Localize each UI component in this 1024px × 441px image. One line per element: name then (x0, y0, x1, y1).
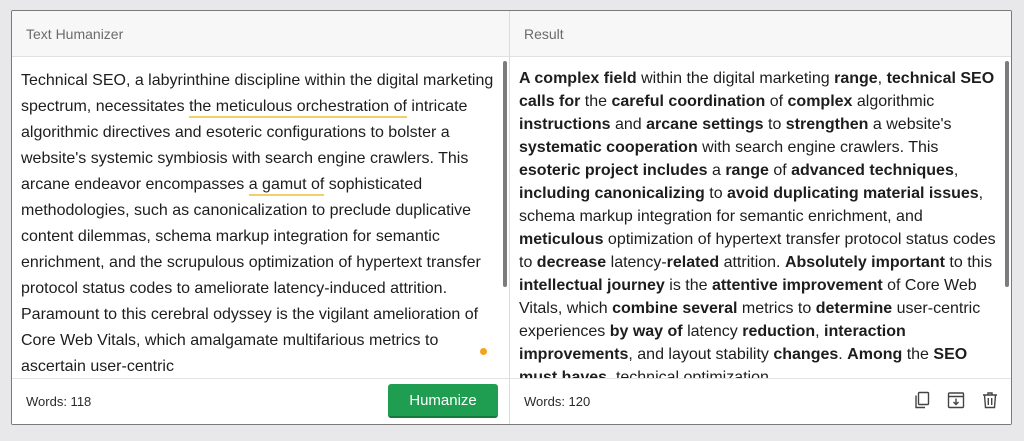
input-word-count: Words: 118 (26, 394, 92, 409)
result-text-segment: is the (664, 277, 712, 294)
result-scrollbar[interactable] (1005, 61, 1009, 287)
input-text-segment: sophisticated methodologies, such as can… (21, 176, 481, 375)
humanizer-frame: Text Humanizer Technical SEO, a labyrint… (11, 10, 1012, 425)
trash-icon[interactable] (979, 389, 1001, 411)
result-text-segment: , technical optimization (607, 369, 769, 378)
rewritten-phrase: decrease (536, 254, 607, 271)
rewritten-phrase: A complex field (519, 70, 637, 87)
result-text-segment: latency- (606, 254, 667, 271)
input-pane-title: Text Humanizer (26, 25, 124, 42)
result-text-segment: the (902, 346, 934, 363)
rewritten-phrase: range (834, 70, 878, 87)
rewritten-phrase: arcane settings (646, 116, 764, 133)
rewritten-phrase: attentive improvement (711, 277, 883, 294)
input-text[interactable]: Technical SEO, a labyrinthine discipline… (21, 68, 495, 378)
status-indicator-dot (480, 348, 487, 355)
rewritten-phrase: Among (847, 346, 903, 363)
result-text: A complex field within the digital marke… (519, 67, 997, 378)
rewritten-phrase: avoid duplicating material issues (727, 185, 979, 202)
rewritten-phrase: advanced techniques (791, 162, 954, 179)
result-text-segment: latency (682, 323, 743, 340)
result-text-segment: attrition. (719, 254, 785, 271)
copy-icon[interactable] (911, 389, 933, 411)
result-text-segment: within the digital marketing (636, 70, 835, 87)
result-text-segment: metrics to (737, 300, 816, 317)
rewritten-phrase: related (666, 254, 720, 271)
input-text-area[interactable]: Technical SEO, a labyrinthine discipline… (12, 57, 509, 378)
rewritten-phrase: intellectual journey (519, 277, 665, 294)
result-word-count: Words: 120 (524, 394, 591, 409)
rewritten-phrase: complex (787, 93, 853, 110)
rewritten-phrase: determine (815, 300, 893, 317)
result-text-segment: the (580, 93, 612, 110)
result-text-segment: of (768, 162, 792, 179)
result-text-segment: of (765, 93, 788, 110)
result-pane-title: Result (524, 25, 564, 42)
input-scrollbar[interactable] (503, 61, 507, 287)
rewritten-phrase: systematic cooperation (519, 139, 698, 156)
result-text-segment: , and layout stability (628, 346, 774, 363)
result-text-segment: . (838, 346, 848, 363)
result-text-segment: to (763, 116, 786, 133)
input-pane-footer: Words: 118 Humanize (12, 378, 509, 424)
result-text-segment: , (953, 162, 959, 179)
download-icon[interactable] (945, 389, 967, 411)
result-text-segment: and (610, 116, 647, 133)
result-text-segment: to (704, 185, 728, 202)
result-text-area: A complex field within the digital marke… (510, 57, 1011, 378)
rewritten-phrase: instructions (519, 116, 611, 133)
result-text-segment: a website's (868, 116, 952, 133)
input-pane-header: Text Humanizer (12, 11, 509, 57)
rewritten-phrase: meticulous (519, 231, 604, 248)
rewritten-phrase: Absolutely important (784, 254, 945, 271)
result-text-segment: algorithmic (852, 93, 935, 110)
rewritten-phrase: reduction (742, 323, 816, 340)
result-text-segment: a (707, 162, 726, 179)
rewritten-phrase: combine several (612, 300, 738, 317)
result-actions (911, 389, 1001, 411)
result-pane-footer: Words: 120 (510, 378, 1011, 424)
rewritten-phrase: range (725, 162, 769, 179)
highlighted-phrase[interactable]: the meticulous orchestration of (189, 98, 407, 118)
rewritten-phrase: by way of (609, 323, 683, 340)
highlighted-phrase[interactable]: a gamut of (248, 176, 325, 196)
rewritten-phrase: changes (773, 346, 839, 363)
result-text-segment: , (815, 323, 824, 340)
rewritten-phrase: including canonicalizing (519, 185, 705, 202)
rewritten-phrase: strengthen (785, 116, 869, 133)
result-text-segment: , (877, 70, 887, 87)
humanize-button[interactable]: Humanize (388, 384, 498, 418)
rewritten-phrase: careful coordination (611, 93, 766, 110)
result-pane-header: Result (510, 11, 1011, 57)
result-text-segment: to this (944, 254, 993, 271)
result-text-segment: with search engine crawlers. This (697, 139, 939, 156)
result-pane: Result A complex field within the digita… (510, 11, 1011, 424)
rewritten-phrase: esoteric project includes (519, 162, 708, 179)
input-pane: Text Humanizer Technical SEO, a labyrint… (12, 11, 510, 424)
